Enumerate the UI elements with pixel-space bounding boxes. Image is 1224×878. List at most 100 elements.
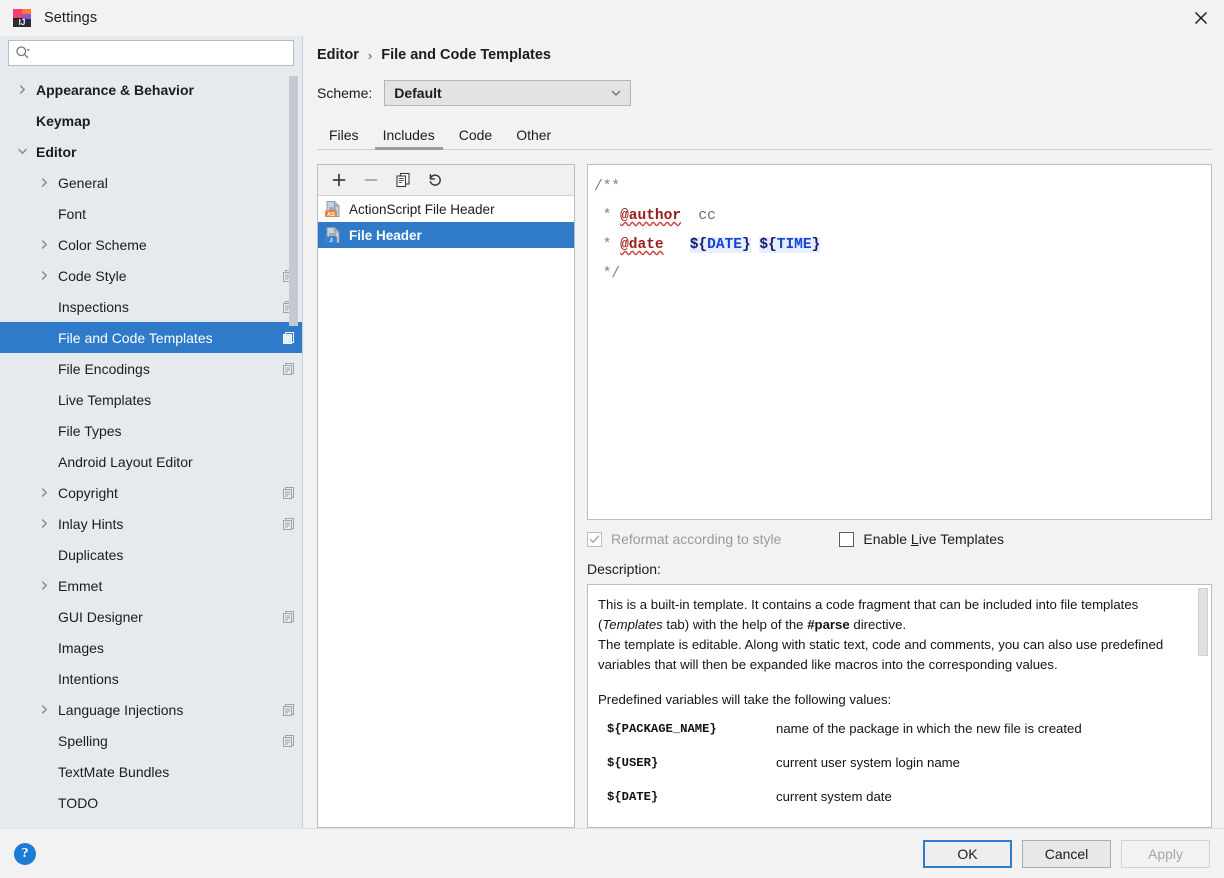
sidebar-item-intentions[interactable]: Intentions <box>0 663 302 694</box>
sidebar-item-general[interactable]: General <box>0 167 302 198</box>
sidebar-item-inlay-hints[interactable]: Inlay Hints <box>0 508 302 539</box>
chevron-down-icon <box>608 87 624 99</box>
chevron-down-icon[interactable] <box>14 146 30 157</box>
sidebar-item-editor[interactable]: Editor <box>0 136 302 167</box>
svg-text:AS: AS <box>327 212 335 218</box>
chevron-right-icon[interactable] <box>36 704 52 715</box>
reset-template-button[interactable] <box>422 168 448 192</box>
tab-files[interactable]: Files <box>317 127 371 149</box>
sidebar-item-file-and-code-templates[interactable]: File and Code Templates <box>0 322 302 353</box>
sidebar-item-todo[interactable]: TODO <box>0 787 302 818</box>
sidebar-item-inspections[interactable]: Inspections <box>0 291 302 322</box>
sidebar-item-label: TODO <box>58 794 99 811</box>
close-icon[interactable] <box>1178 0 1224 36</box>
sidebar-item-code-style[interactable]: Code Style <box>0 260 302 291</box>
template-code-editor[interactable]: /** * @author cc * @date ${DATE} ${TIME}… <box>587 164 1212 520</box>
scheme-label: Scheme: <box>317 85 373 101</box>
sidebar-item-label: Emmet <box>58 577 103 594</box>
code-line: */ <box>594 260 1201 289</box>
sidebar-item-gui-designer[interactable]: GUI Designer <box>0 601 302 632</box>
sidebar-item-file-types[interactable]: File Types <box>0 415 302 446</box>
search-icon <box>15 45 35 61</box>
dialog-body: Appearance & Behavior Keymap Editor General… <box>0 36 1224 828</box>
code-token: TIME <box>776 237 812 253</box>
template-list[interactable]: AS ActionScript File Header J File Header <box>318 196 574 827</box>
reformat-checkbox[interactable]: Reformat according to style <box>587 531 781 547</box>
scheme-select[interactable]: Default <box>384 80 632 106</box>
enable-live-templates-label: Enable Live Templates <box>863 531 1005 547</box>
template-list-toolbar[interactable] <box>318 165 574 196</box>
code-token: * <box>594 237 621 253</box>
sidebar-item-duplicates[interactable]: Duplicates <box>0 539 302 570</box>
cancel-button[interactable]: Cancel <box>1022 839 1111 868</box>
sidebar-item-copyright[interactable]: Copyright <box>0 477 302 508</box>
chevron-right-icon[interactable] <box>14 84 30 95</box>
sidebar-item-keymap[interactable]: Keymap <box>0 105 302 136</box>
code-token: DATE <box>707 237 742 253</box>
remove-template-button <box>358 168 384 192</box>
sidebar-item-label: Copyright <box>58 484 118 501</box>
description-paragraph-3: Predefined variables will take the follo… <box>598 692 892 707</box>
sidebar-item-label: File Types <box>58 422 122 439</box>
template-category-tabs[interactable]: Files Includes Code Other <box>317 118 1212 150</box>
sidebar-item-textmate-bundles[interactable]: TextMate Bundles <box>0 756 302 787</box>
sidebar-item-live-templates[interactable]: Live Templates <box>0 384 302 415</box>
tab-other[interactable]: Other <box>504 127 563 149</box>
list-item[interactable]: J File Header <box>318 222 574 248</box>
search-input[interactable] <box>35 42 293 64</box>
sidebar-item-color-scheme[interactable]: Color Scheme <box>0 229 302 260</box>
enable-live-templates-checkbox-box[interactable] <box>839 531 855 547</box>
sidebar-scrollbar-thumb[interactable] <box>289 76 298 326</box>
chevron-right-icon[interactable] <box>36 580 52 591</box>
sidebar-item-label: TextMate Bundles <box>58 763 170 780</box>
code-token: @author <box>620 208 682 224</box>
sidebar-item-emmet[interactable]: Emmet <box>0 570 302 601</box>
chevron-right-icon[interactable] <box>36 239 52 250</box>
tab-code[interactable]: Code <box>447 127 504 149</box>
chevron-right-icon[interactable] <box>36 270 52 281</box>
code-line: * @date ${DATE} ${TIME} <box>594 231 1201 260</box>
code-token: ${ <box>759 237 777 253</box>
sidebar-item-spelling[interactable]: Spelling <box>0 725 302 756</box>
search-box[interactable] <box>8 40 294 66</box>
settings-tree[interactable]: Appearance & Behavior Keymap Editor General… <box>0 72 302 828</box>
chevron-right-icon[interactable] <box>36 487 52 498</box>
description-paragraph-2: The template is editable. Along with sta… <box>598 637 1164 672</box>
settings-sidebar: Appearance & Behavior Keymap Editor General… <box>0 36 303 828</box>
sidebar-item-images[interactable]: Images <box>0 632 302 663</box>
chevron-right-icon[interactable] <box>36 177 52 188</box>
breadcrumb-root[interactable]: Editor <box>317 47 359 63</box>
breadcrumb: Editor › File and Code Templates <box>317 36 1212 74</box>
svg-text:IJ: IJ <box>19 18 26 27</box>
list-item-label: ActionScript File Header <box>349 201 495 217</box>
template-file-icon: J <box>324 226 342 244</box>
sidebar-item-label: Spelling <box>58 732 108 749</box>
reformat-checkbox-box[interactable] <box>587 531 602 547</box>
help-icon[interactable]: ? <box>14 842 36 865</box>
chevron-right-icon[interactable] <box>36 518 52 529</box>
ok-button[interactable]: OK <box>923 839 1012 868</box>
description-scrollbar-thumb[interactable] <box>1198 588 1208 656</box>
list-item[interactable]: AS ActionScript File Header <box>318 196 574 222</box>
svg-text:J: J <box>329 238 332 244</box>
sidebar-scrollbar-track[interactable] <box>289 74 300 826</box>
code-token: cc <box>681 208 716 224</box>
copy-template-button[interactable] <box>390 168 416 192</box>
footer-buttons: OK Cancel Apply <box>923 839 1210 868</box>
sidebar-item-language-injections[interactable]: Language Injections <box>0 694 302 725</box>
sidebar-item-font[interactable]: Font <box>0 198 302 229</box>
table-row: ${USER} current user system login name <box>598 746 1185 780</box>
sidebar-item-android-layout-editor[interactable]: Android Layout Editor <box>0 446 302 477</box>
sidebar-item-appearance-behavior[interactable]: Appearance & Behavior <box>0 74 302 105</box>
apply-button: Apply <box>1121 839 1210 868</box>
code-token: */ <box>594 266 621 282</box>
sidebar-item-label: File and Code Templates <box>58 329 213 346</box>
sidebar-item-label: Intentions <box>58 670 119 687</box>
enable-live-templates-checkbox[interactable]: Enable Live Templates <box>839 531 1004 547</box>
code-token: ${ <box>689 237 708 253</box>
tab-includes[interactable]: Includes <box>371 127 447 150</box>
scheme-value: Default <box>394 85 442 101</box>
sidebar-item-file-encodings[interactable]: File Encodings <box>0 353 302 384</box>
add-template-button[interactable] <box>326 168 352 192</box>
description-box[interactable]: This is a built-in template. It contains… <box>587 584 1212 828</box>
